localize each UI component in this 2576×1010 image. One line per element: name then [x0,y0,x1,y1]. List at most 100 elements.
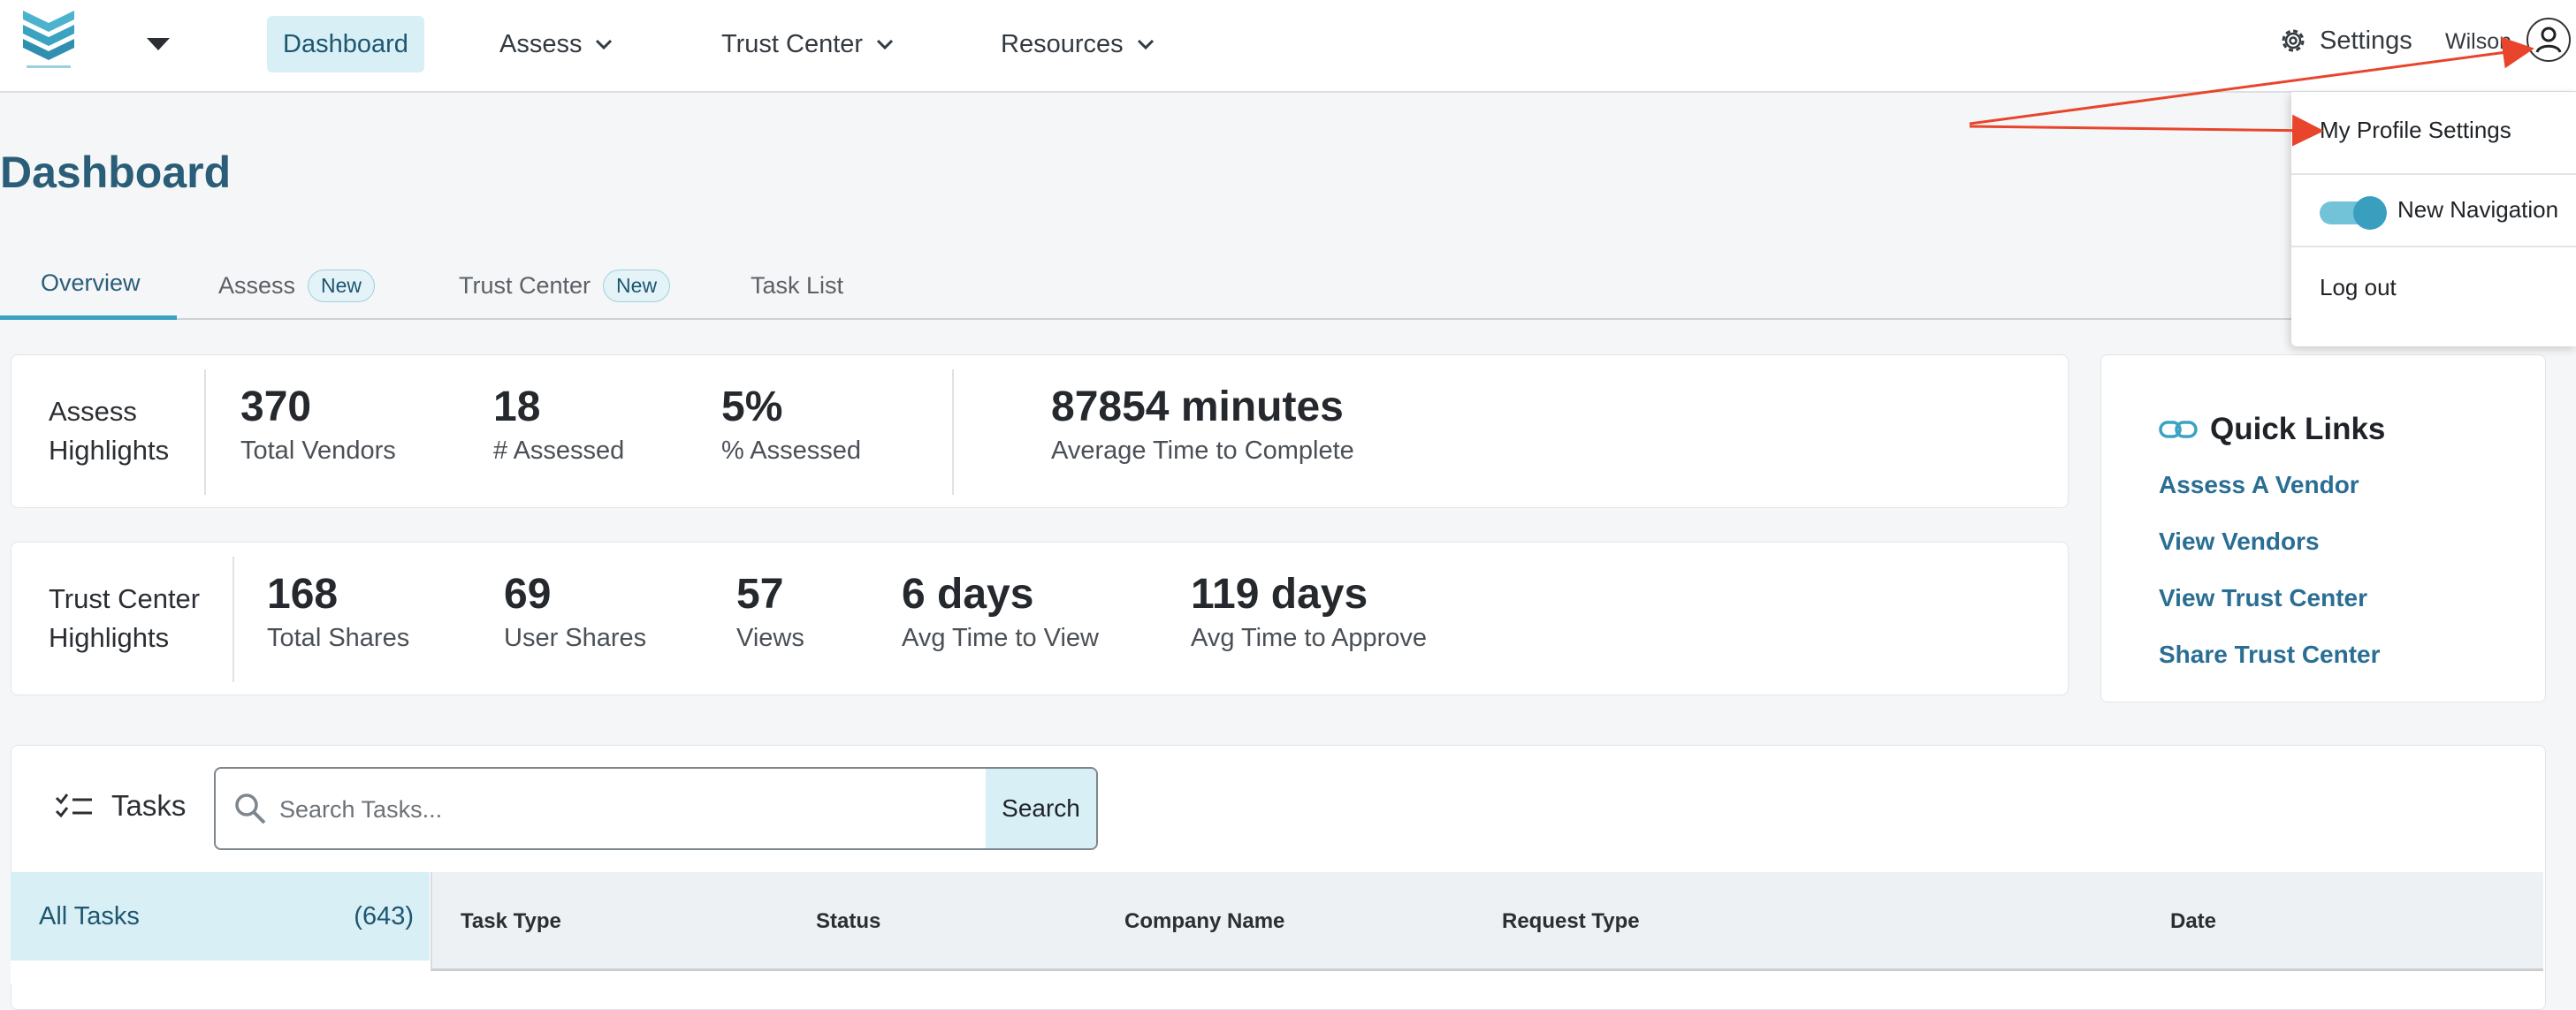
metric-total-shares: 168 Total Shares [267,569,409,656]
metric-value: 57 [736,571,784,618]
quick-links-title-text: Quick Links [2210,412,2386,446]
new-navigation-toggle[interactable] [2320,196,2387,230]
search-icon [235,794,266,824]
nav-resources-label: Resources [1001,29,1124,58]
page-title: Dashboard [0,148,232,197]
tasks-title: Tasks [55,789,186,823]
search-input[interactable] [278,769,988,848]
column-task-type[interactable]: Task Type [461,909,561,934]
tab-task-list-label: Task List [751,271,844,299]
trust-highlights-label-line1: Trust Center [49,583,201,614]
metric-user-shares: 69 User Shares [504,569,646,656]
settings-button[interactable]: Settings [2277,25,2412,57]
company-logo[interactable] [19,5,78,72]
tab-assess[interactable]: Assess New [218,251,376,320]
nav-dashboard[interactable]: Dashboard [267,16,424,72]
column-request-type[interactable]: Request Type [1502,909,1640,934]
nav-trust-center-label: Trust Center [721,29,864,58]
assess-highlights-label-line2: Highlights [49,435,170,466]
metric-label: Avg Time to View [902,624,1099,652]
metric-avg-time-complete: 87854 minutes Average Time to Complete [1051,382,1354,468]
metric-label: Average Time to Complete [1051,437,1354,465]
sidebar-filler [11,961,430,984]
caret-down-icon[interactable] [145,35,171,53]
profile-dropdown: My Profile Settings New Navigation Log o… [2291,92,2576,346]
assess-highlights-label-line1: Assess [49,396,137,427]
metric-value: 119 days [1191,571,1368,618]
filter-label: All Tasks [39,901,140,930]
column-status[interactable]: Status [816,909,880,934]
link-view-vendors[interactable]: View Vendors [2159,528,2320,556]
settings-label: Settings [2320,26,2412,55]
link-icon [2159,421,2198,438]
metric-label: Total Vendors [240,437,396,465]
trust-center-highlights-card: Trust Center Highlights 168 Total Shares… [11,542,2069,695]
divider [232,557,234,682]
username: Wilson [2445,29,2512,54]
dashboard-tabs: Overview Assess New Trust Center New Tas… [0,251,2576,320]
metric-label: Total Shares [267,624,410,652]
metric-avg-time-approve: 119 days Avg Time to Approve [1191,569,1427,656]
tab-assess-label: Assess [218,271,296,299]
user-menu-button[interactable] [2526,18,2571,62]
quick-links-title: Quick Links [2159,412,2385,447]
metric-label: Views [736,624,804,652]
menu-my-profile-settings[interactable]: My Profile Settings [2320,117,2511,144]
divider [204,369,206,495]
trust-highlights-label-line2: Highlights [49,622,170,653]
metric-value: 6 days [902,571,1034,618]
metric-value: 5% [721,383,783,430]
metric-label: % Assessed [721,437,861,465]
top-navigation: Dashboard Assess Trust Center Resources … [0,0,2576,93]
menu-new-navigation: New Navigation [2397,196,2559,223]
menu-divider [2291,246,2576,247]
divider [952,369,954,495]
tab-overview-label: Overview [41,270,141,296]
metric-value: 87854 minutes [1051,383,1344,430]
tasks-table-header: Task Type Status Company Name Request Ty… [431,872,2543,971]
tab-task-list[interactable]: Task List [751,251,843,320]
metric-value: 168 [267,571,339,618]
nav-assess-label: Assess [499,29,583,58]
metric-views: 57 Views [736,569,804,656]
checklist-icon [55,794,92,818]
nav-resources[interactable]: Resources [1001,16,1157,72]
filter-count: (643) [354,901,414,930]
tab-overview[interactable]: Overview [0,251,177,320]
menu-log-out[interactable]: Log out [2320,274,2397,301]
user-circle-icon [2535,27,2562,53]
chevron-down-icon [877,39,894,50]
metric-value: 370 [240,383,312,430]
filter-all-tasks[interactable]: All Tasks (643) [11,872,430,961]
chevron-down-icon [1137,39,1154,50]
annotation-arrow-to-profile-settings [1969,114,2324,147]
assess-highlights-label: Assess Highlights [49,392,169,470]
metric-assessed: 18 # Assessed [493,382,624,468]
search-button[interactable]: Search [986,769,1096,848]
gear-icon [2282,29,2305,52]
tasks-title-text: Tasks [111,789,187,822]
column-company-name[interactable]: Company Name [1124,909,1284,934]
assess-highlights-card: Assess Highlights 370 Total Vendors 18 #… [11,354,2069,508]
new-badge: New [308,269,376,302]
metric-percent-assessed: 5% % Assessed [721,382,861,468]
nav-trust-center[interactable]: Trust Center [721,16,896,72]
metric-label: User Shares [504,624,647,652]
new-badge: New [603,269,671,302]
nav-dashboard-label: Dashboard [283,29,408,58]
metric-label: # Assessed [493,437,625,465]
link-view-trust-center[interactable]: View Trust Center [2159,584,2367,612]
chevron-down-icon [596,39,613,50]
metric-label: Avg Time to Approve [1191,624,1428,652]
nav-assess[interactable]: Assess [499,16,615,72]
tab-trust-center-label: Trust Center [459,271,591,299]
metric-value: 18 [493,383,541,430]
metric-value: 69 [504,571,552,618]
toggle-knob [2353,196,2387,230]
column-date[interactable]: Date [2170,909,2216,934]
link-assess-vendor[interactable]: Assess A Vendor [2159,471,2359,499]
link-share-trust-center[interactable]: Share Trust Center [2159,641,2381,669]
tab-trust-center[interactable]: Trust Center New [459,251,671,320]
metric-avg-time-view: 6 days Avg Time to View [902,569,1099,656]
metric-total-vendors: 370 Total Vendors [240,382,396,468]
